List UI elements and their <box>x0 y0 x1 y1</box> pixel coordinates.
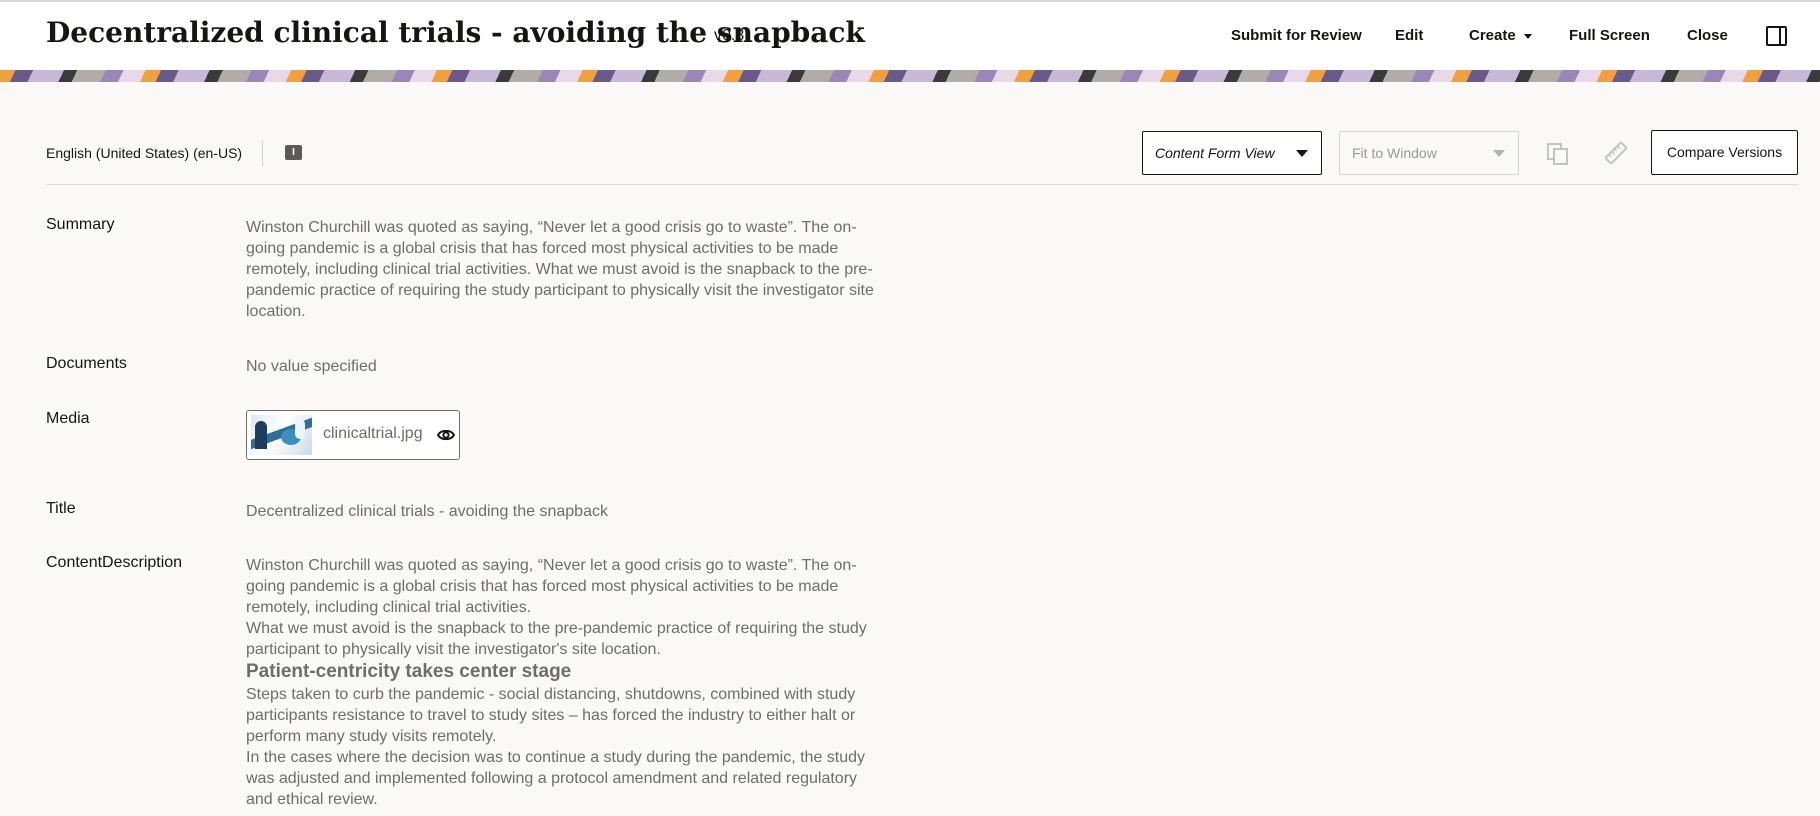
media-item[interactable]: clinicaltrial.jpg <box>246 410 460 460</box>
close-button[interactable]: Close <box>1687 27 1728 44</box>
content-description-value: Winston Churchill was quoted as saying, … <box>246 555 886 810</box>
duplicate-icon <box>1547 143 1568 165</box>
media-label: Media <box>46 410 90 427</box>
eye-icon[interactable] <box>437 427 455 443</box>
ruler-icon <box>1604 141 1628 165</box>
documents-value: No value specified <box>246 358 377 375</box>
create-menu-button[interactable]: Create <box>1469 27 1532 44</box>
media-thumbnail <box>251 415 312 455</box>
submit-for-review-button[interactable]: Submit for Review <box>1231 27 1362 44</box>
fit-select: Fit to Window <box>1339 131 1519 175</box>
edit-button[interactable]: Edit <box>1395 27 1423 44</box>
view-mode-value: Content Form View <box>1155 145 1275 161</box>
toolbar-divider <box>262 140 263 166</box>
header-bar: Decentralized clinical trials - avoiding… <box>0 2 1820 70</box>
chevron-down-icon <box>1523 33 1532 39</box>
title-label: Title <box>46 500 76 517</box>
summary-value: Winston Churchill was quoted as saying, … <box>246 219 874 320</box>
description-paragraph: What we must avoid is the snapback to th… <box>246 620 867 658</box>
language-label: English (United States) (en-US) <box>46 145 243 161</box>
summary-label: Summary <box>46 216 115 233</box>
description-paragraph: Winston Churchill was quoted as saying, … <box>246 557 857 616</box>
fit-value: Fit to Window <box>1352 145 1437 161</box>
dropdown-arrow-icon <box>1296 150 1308 157</box>
toolbar-separator <box>46 184 1798 185</box>
media-filename: clinicaltrial.jpg <box>323 425 423 442</box>
description-paragraph: Steps taken to curb the pandemic - socia… <box>246 686 856 745</box>
header-banner <box>0 70 1820 82</box>
full-screen-button[interactable]: Full Screen <box>1569 27 1650 44</box>
content-description-label: ContentDescription <box>46 554 183 571</box>
description-heading: Patient-centricity takes center stage <box>246 661 572 682</box>
title-value: Decentralized clinical trials - avoiding… <box>246 503 608 520</box>
documents-label: Documents <box>46 355 127 372</box>
dropdown-arrow-icon <box>1493 150 1505 157</box>
view-mode-select[interactable]: Content Form View <box>1142 131 1322 175</box>
compare-versions-button[interactable]: Compare Versions <box>1651 130 1798 175</box>
description-paragraph: In the cases where the decision was to c… <box>246 749 866 808</box>
sidebar-panel-icon[interactable] <box>1766 26 1787 46</box>
version-label: v0.3 <box>714 27 745 44</box>
info-badge[interactable]: I <box>285 145 302 160</box>
create-label: Create <box>1469 27 1516 44</box>
